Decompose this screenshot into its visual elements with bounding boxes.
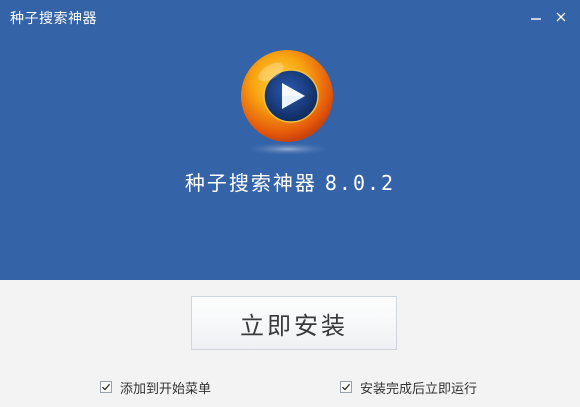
- add-start-menu-checkbox[interactable]: [100, 381, 112, 393]
- minimize-button[interactable]: [527, 8, 545, 26]
- option-run-after-install[interactable]: 安装完成后立即运行: [340, 378, 478, 397]
- app-name-text: 种子搜索神器: [184, 171, 317, 195]
- minimize-icon: [531, 18, 541, 20]
- close-button[interactable]: [552, 8, 570, 26]
- header-panel: 种子搜索神器 种子搜索神器 8.0.2: [0, 0, 580, 280]
- play-logo-icon: [241, 50, 334, 156]
- option-add-start-menu[interactable]: 添加到开始菜单: [100, 378, 212, 397]
- install-now-button[interactable]: 立即安装: [191, 296, 397, 350]
- app-version: 8.0.2: [324, 171, 396, 195]
- app-name-title: 种子搜索神器 8.0.2: [0, 170, 580, 196]
- close-icon: [556, 12, 566, 22]
- checkmark-icon: [342, 383, 351, 391]
- checkmark-icon: [102, 383, 111, 391]
- installer-window: 种子搜索神器 种子搜索神器 8.0.2 立即安装 添加到开始菜单 安装完成后立即…: [0, 0, 580, 407]
- window-title: 种子搜索神器: [10, 11, 97, 27]
- run-after-install-checkbox[interactable]: [340, 381, 352, 393]
- run-after-install-label: 安装完成后立即运行: [360, 381, 478, 397]
- add-start-menu-label: 添加到开始菜单: [120, 381, 212, 397]
